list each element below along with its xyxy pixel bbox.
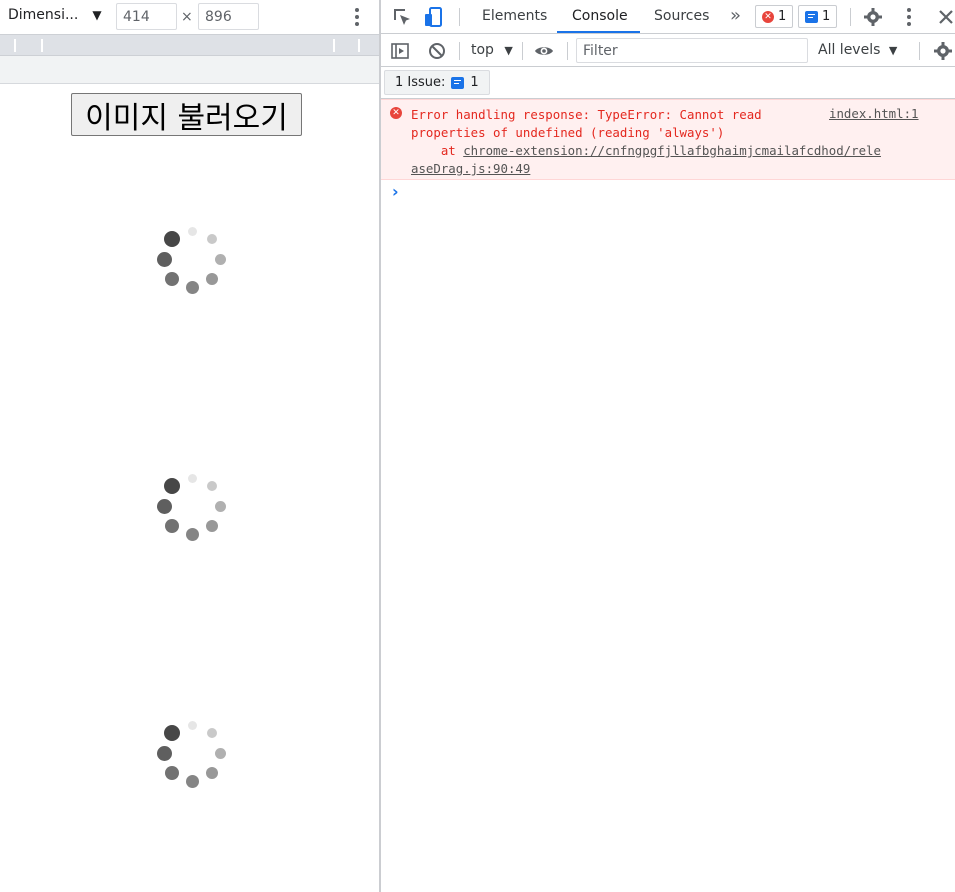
filter-input[interactable]: Filter (576, 38, 808, 63)
message-count: 1 (822, 9, 831, 24)
device-viewport-pane: Dimensi... ▼ 414 × 896 이미지 불러오기 (0, 0, 380, 892)
tab-console[interactable]: Console (572, 0, 628, 34)
spinner-dot (165, 518, 180, 533)
spinner-dot (187, 720, 197, 730)
devtools-menu-icon[interactable] (899, 6, 919, 28)
device-toolbar-icon[interactable] (423, 6, 445, 28)
console-prompt-chevron-icon[interactable]: › (392, 182, 399, 201)
issues-bar: 1 Issue: 1 (381, 67, 955, 99)
console-error-message: ✕ Error handling response: TypeError: Ca… (381, 99, 955, 180)
spinner-dot (205, 272, 218, 285)
error-line-1: Error handling response: TypeError: Cann… (411, 107, 762, 122)
error-line-3-prefix: at (411, 143, 464, 158)
spinner-dot (205, 519, 218, 532)
devtools-tabbar: Elements Console Sources » ✕ 1 1 (381, 0, 955, 34)
error-icon: ✕ (390, 107, 402, 119)
spinner-dot (185, 280, 199, 294)
spinner-dot (185, 527, 199, 541)
spinner-dot (156, 251, 172, 267)
loading-spinner (143, 464, 233, 554)
issues-count: 1 (470, 75, 479, 90)
log-levels-select[interactable]: All levels ▼ (818, 42, 897, 58)
load-images-button[interactable]: 이미지 불러오기 (71, 93, 302, 136)
issues-button[interactable]: 1 Issue: 1 (384, 70, 490, 95)
spinner-dot (165, 271, 180, 286)
error-count: 1 (778, 9, 787, 24)
spinner-dot (187, 473, 197, 483)
caret-down-icon: ▼ (92, 8, 102, 22)
loading-spinner (143, 711, 233, 801)
caret-down-icon: ▼ (888, 44, 898, 57)
height-input[interactable]: 896 (198, 3, 259, 30)
inspect-element-icon[interactable] (391, 6, 413, 28)
more-tabs-icon[interactable]: » (730, 5, 741, 26)
loading-spinner (143, 217, 233, 307)
context-select[interactable]: top ▼ (471, 42, 513, 58)
error-count-badge[interactable]: ✕ 1 (755, 5, 794, 28)
spinner-dot (164, 231, 181, 248)
ruler-bar (0, 56, 380, 84)
spinner-dot (185, 774, 199, 788)
settings-gear-icon[interactable] (862, 6, 884, 28)
spinner-dot (164, 725, 181, 742)
error-text: Error handling response: TypeError: Cann… (411, 106, 881, 178)
device-toolbar: Dimensi... ▼ 414 × 896 (0, 0, 380, 34)
spinner-dot (214, 253, 226, 265)
times-sign: × (181, 9, 193, 25)
spinner-dot (187, 226, 197, 236)
console-settings-gear-icon[interactable] (932, 40, 954, 62)
log-levels-label: All levels (818, 42, 881, 58)
spinner-dot (165, 765, 180, 780)
sidebar-toggle-icon[interactable] (389, 40, 411, 62)
spinner-dot (214, 747, 226, 759)
issue-message-icon (451, 76, 465, 89)
close-icon[interactable] (935, 6, 955, 28)
error-source-link[interactable]: chrome-extension://cnfngpgfjllafbghaimjc… (463, 143, 881, 158)
error-line-2: properties of undefined (reading 'always… (411, 125, 725, 140)
device-select[interactable]: Dimensi... ▼ (8, 7, 102, 23)
more-options-icon[interactable] (347, 6, 367, 28)
spinner-dot (206, 481, 217, 492)
spinner-dot (164, 478, 181, 495)
device-select-label: Dimensi... (8, 7, 79, 23)
console-toolbar: top ▼ Filter All levels ▼ (381, 34, 955, 67)
message-count-badge[interactable]: 1 (798, 5, 838, 28)
width-input[interactable]: 414 (116, 3, 177, 30)
live-expression-eye-icon[interactable] (533, 40, 555, 62)
spinner-dot (205, 766, 218, 779)
error-icon: ✕ (762, 10, 774, 23)
tab-sources[interactable]: Sources (654, 0, 709, 34)
spinner-dot (214, 500, 226, 512)
caret-down-icon: ▼ (504, 44, 513, 57)
media-query-ruler[interactable] (0, 34, 380, 56)
tab-elements[interactable]: Elements (482, 0, 547, 34)
spinner-dot (206, 234, 217, 245)
spinner-dot (156, 498, 172, 514)
error-location-link[interactable]: index.html:1 (829, 106, 919, 121)
message-icon (805, 10, 818, 23)
active-tab-indicator (557, 31, 640, 33)
spinner-dot (206, 728, 217, 739)
issues-label: 1 Issue: (395, 75, 446, 90)
error-source-link-cont[interactable]: aseDrag.js:90:49 (411, 161, 530, 176)
spinner-dot (156, 745, 172, 761)
clear-console-icon[interactable] (426, 40, 448, 62)
devtools-panel: Elements Console Sources » ✕ 1 1 top ▼ F… (381, 0, 955, 892)
context-label: top (471, 42, 494, 58)
